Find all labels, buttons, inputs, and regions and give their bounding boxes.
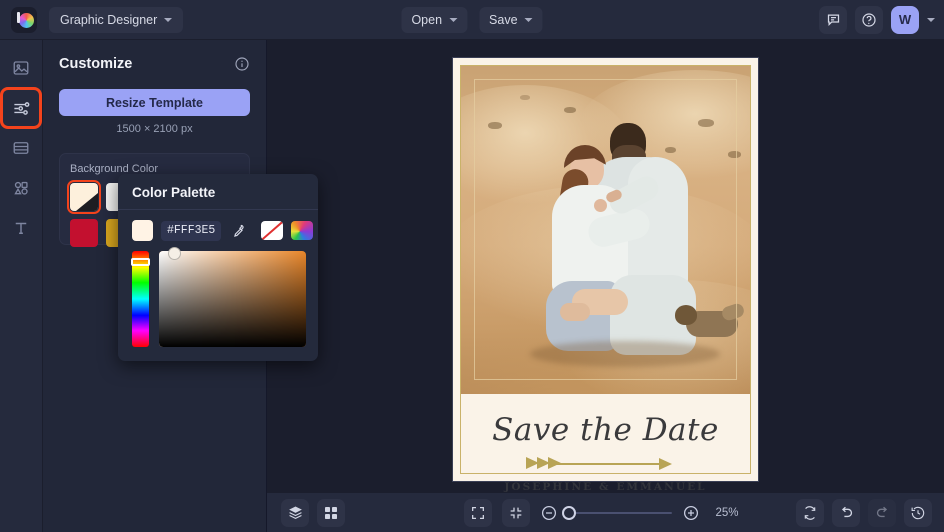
undo-button[interactable] (832, 499, 860, 527)
sliders-icon (12, 99, 31, 118)
chevron-down-icon (449, 18, 457, 22)
sidebar-item-customize[interactable] (6, 93, 36, 123)
tool-rail (0, 40, 43, 532)
shapes-icon (12, 179, 30, 197)
top-bar-right: W (819, 6, 935, 34)
card-text-area[interactable]: Save the Date JOSEPHINE & EMMANUEL 10.04… (453, 394, 758, 481)
info-circle-icon[interactable] (234, 56, 250, 72)
current-color-chip[interactable] (132, 220, 153, 241)
layers-button[interactable] (281, 499, 309, 527)
refresh-icon (802, 505, 818, 521)
fullscreen-button[interactable] (464, 499, 492, 527)
card-headline[interactable]: Save the Date (453, 412, 758, 448)
template-dimensions: 1500 × 2100 px (59, 123, 250, 135)
hex-value: #FFF3E5 (167, 224, 215, 237)
open-dropdown[interactable]: Open (401, 7, 467, 33)
bottom-left-tools (281, 499, 345, 527)
sidebar-item-text[interactable] (6, 213, 36, 243)
refresh-button[interactable] (796, 499, 824, 527)
grid-button[interactable] (317, 499, 345, 527)
account-chevron-down-icon[interactable] (927, 18, 935, 22)
file-actions: Open Save (401, 7, 542, 33)
hue-slider-thumb[interactable] (131, 258, 150, 266)
save-dropdown[interactable]: Save (479, 7, 543, 33)
avatar[interactable]: W (891, 6, 919, 34)
history-controls (796, 499, 932, 527)
rainbow-swatch[interactable] (291, 221, 313, 240)
saturation-value-thumb[interactable] (168, 247, 181, 260)
card-photo[interactable] (460, 65, 751, 394)
hex-input[interactable]: #FFF3E5 (161, 221, 221, 241)
fit-to-screen-button[interactable] (502, 499, 530, 527)
no-color-swatch[interactable] (261, 221, 283, 240)
fit-to-screen-icon (508, 505, 524, 521)
hue-slider[interactable] (132, 251, 149, 347)
zoom-slider-thumb[interactable] (562, 506, 576, 520)
panel-header: Customize (59, 56, 250, 72)
bottom-bar: 25% (267, 492, 944, 532)
page-title: Customize (59, 56, 132, 72)
open-label: Open (411, 13, 442, 27)
eyedropper-icon[interactable] (229, 223, 245, 239)
design-card[interactable]: Save the Date JOSEPHINE & EMMANUEL 10.04… (453, 58, 758, 481)
text-icon (12, 219, 30, 237)
arrow-ornament (526, 457, 686, 470)
swatch-crimson[interactable] (70, 219, 98, 247)
image-icon (12, 59, 30, 77)
zoom-in-icon[interactable] (682, 504, 700, 522)
zoom-out-icon[interactable] (540, 504, 558, 522)
saturation-value-field[interactable] (159, 251, 306, 347)
project-name-label: Graphic Designer (60, 13, 157, 27)
zoom-controls: 25% (464, 499, 748, 527)
color-value-row: #FFF3E5 (118, 210, 318, 241)
resize-template-label: Resize Template (106, 96, 203, 110)
zoom-slider[interactable] (568, 512, 672, 514)
sidebar-item-graphics[interactable] (6, 173, 36, 203)
redo-button[interactable] (868, 499, 896, 527)
redo-icon (874, 504, 891, 521)
photo-inner-frame (474, 79, 737, 380)
history-button[interactable] (904, 499, 932, 527)
grid-icon (323, 505, 339, 521)
app-logo-color-wheel[interactable] (11, 7, 37, 33)
sidebar-item-photos[interactable] (6, 53, 36, 83)
question-circle-icon (861, 12, 877, 28)
resize-template-button[interactable]: Resize Template (59, 89, 250, 116)
zoom-level-value: 25% (716, 507, 748, 519)
project-name-dropdown[interactable]: Graphic Designer (49, 7, 183, 33)
layout-icon (12, 139, 30, 157)
chevron-down-icon (525, 18, 533, 22)
history-icon (910, 505, 926, 521)
canvas-area[interactable]: Save the Date JOSEPHINE & EMMANUEL 10.04… (267, 40, 944, 492)
fullscreen-icon (470, 505, 486, 521)
avatar-initial: W (899, 12, 911, 27)
undo-icon (838, 504, 855, 521)
diagonal-fill-indicator (70, 183, 98, 211)
swatch-cream-selected[interactable] (70, 183, 98, 211)
top-bar: Graphic Designer Open Save W (0, 0, 944, 40)
sidebar-item-layouts[interactable] (6, 133, 36, 163)
chevron-down-icon (164, 18, 172, 22)
color-picker-area (118, 241, 318, 347)
color-palette-popup: Color Palette #FFF3E5 (118, 174, 318, 361)
feedback-button[interactable] (819, 6, 847, 34)
help-button[interactable] (855, 6, 883, 34)
layers-icon (287, 504, 304, 521)
chat-bubble-icon (826, 12, 841, 27)
color-palette-title: Color Palette (118, 174, 318, 209)
save-label: Save (489, 13, 518, 27)
